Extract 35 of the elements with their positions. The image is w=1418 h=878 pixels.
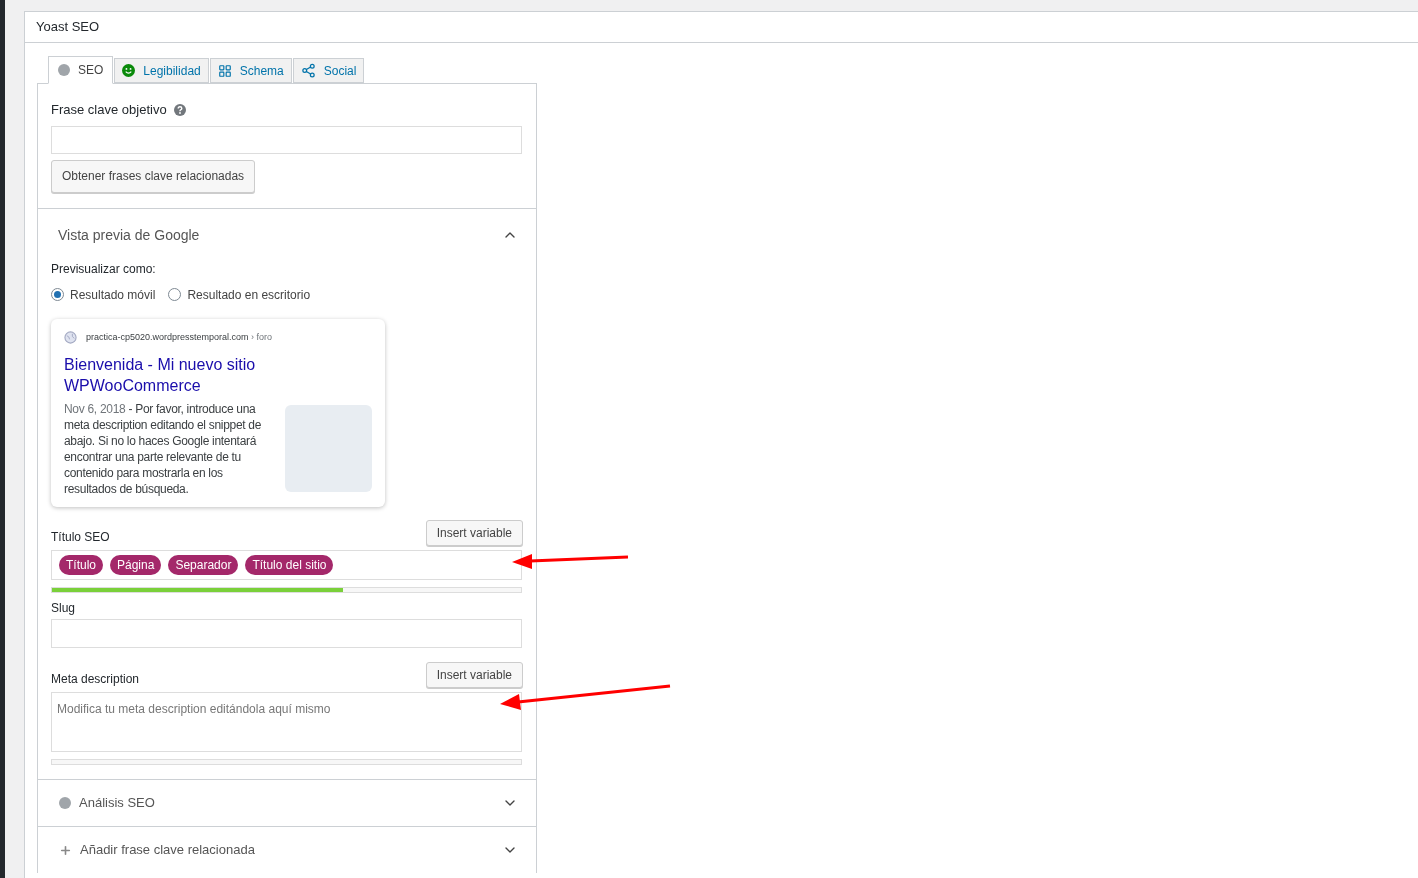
share-icon [300, 63, 316, 78]
field-label: Frase clave objetivo [51, 101, 167, 119]
google-preview-toggle[interactable]: Vista previa de Google [51, 224, 523, 246]
variable-tag[interactable]: Separador [168, 555, 239, 575]
preview-as-label: Previsualizar como: [51, 260, 156, 278]
insert-variable-button[interactable]: Insert variable [425, 662, 523, 688]
tab[interactable]: Legibilidad [114, 58, 209, 83]
meta-description-input[interactable]: Modifica tu meta description editándola aquí mismo [51, 692, 522, 752]
smiley-icon [122, 64, 136, 77]
tab[interactable]: SEO [48, 56, 114, 84]
variable-tag[interactable]: Título del sitio [245, 555, 334, 575]
result-title[interactable]: Bienvenida - Mi nuevo sitio WPWooCommerce [64, 354, 294, 396]
seo-title-field[interactable]: Título Página Separador Título del sitio [51, 550, 522, 580]
variable-tag[interactable]: Título [59, 555, 103, 575]
field-label: Meta description [51, 671, 140, 688]
grid-icon [217, 63, 232, 78]
related-keyphrases-button[interactable]: Obtener frases clave relacionadas [51, 159, 256, 193]
slug-input[interactable] [51, 619, 522, 648]
panel-title: Yoast SEO [36, 18, 100, 37]
tab[interactable]: Schema [209, 58, 292, 83]
insert-variable-button[interactable]: Insert variable [425, 520, 523, 546]
keyphrase-input[interactable] [51, 125, 522, 154]
result-url: practica-cp5020.wordpresstemporal.com › foro [86, 330, 273, 344]
radio-option[interactable]: Resultado móvil [51, 285, 156, 304]
collapsible-section[interactable]: Análisis SEO [38, 779, 536, 826]
globe-icon [64, 330, 77, 344]
collapsible-section[interactable]: Añadir frase clave relacionada [38, 826, 536, 873]
result-snippet: Nov 6, 2018 - Por favor, introduce una meta description editando el snippet de abajo. Si no lo haces Google intentará encontrar una parte relevante de tu contenido para mostrarla en los resultados de búsqueda. [64, 401, 263, 497]
tab[interactable]: Social [292, 58, 365, 83]
plus-icon [59, 843, 72, 857]
help-icon[interactable] [173, 103, 186, 116]
radio-option[interactable]: Resultado en escritorio [168, 285, 311, 304]
field-label: Título SEO [51, 529, 110, 546]
field-label: Slug [51, 600, 76, 617]
variable-tag[interactable]: Página [110, 555, 162, 575]
